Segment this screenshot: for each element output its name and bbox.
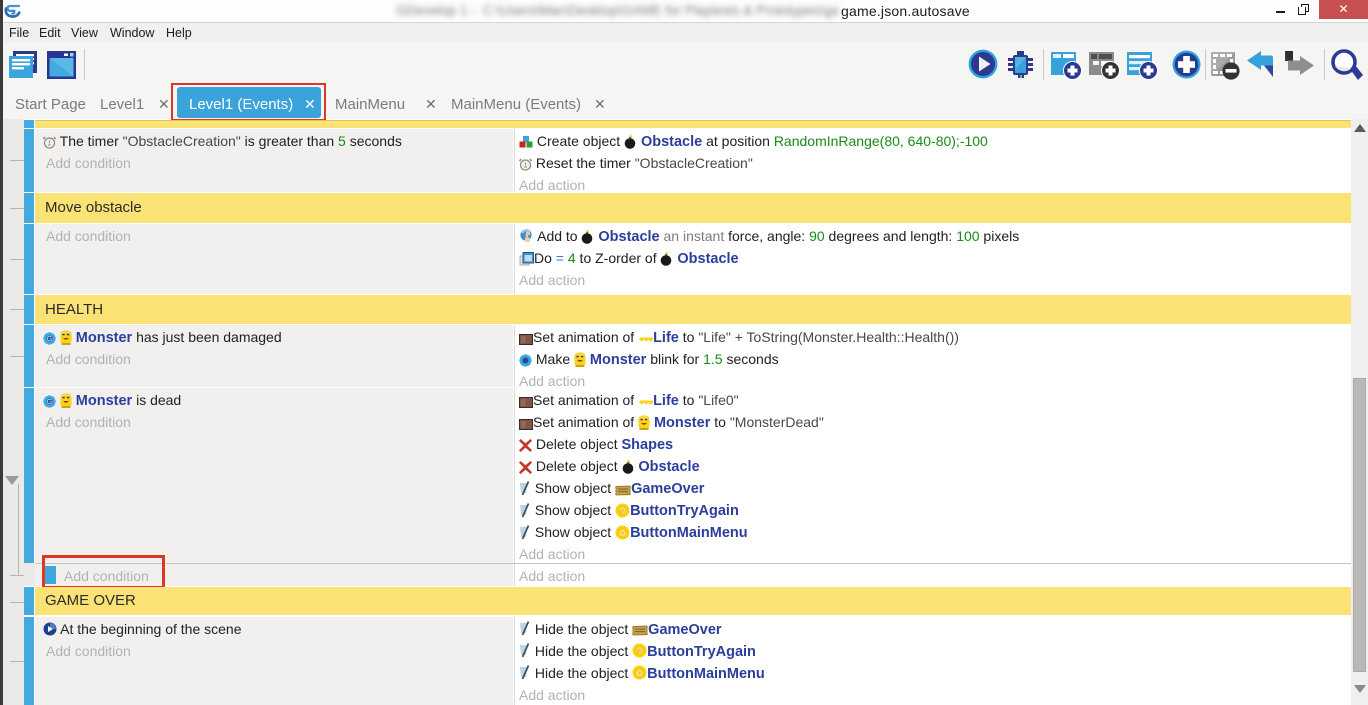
svg-text:G: G: [47, 399, 52, 406]
svg-text:G: G: [47, 336, 52, 343]
